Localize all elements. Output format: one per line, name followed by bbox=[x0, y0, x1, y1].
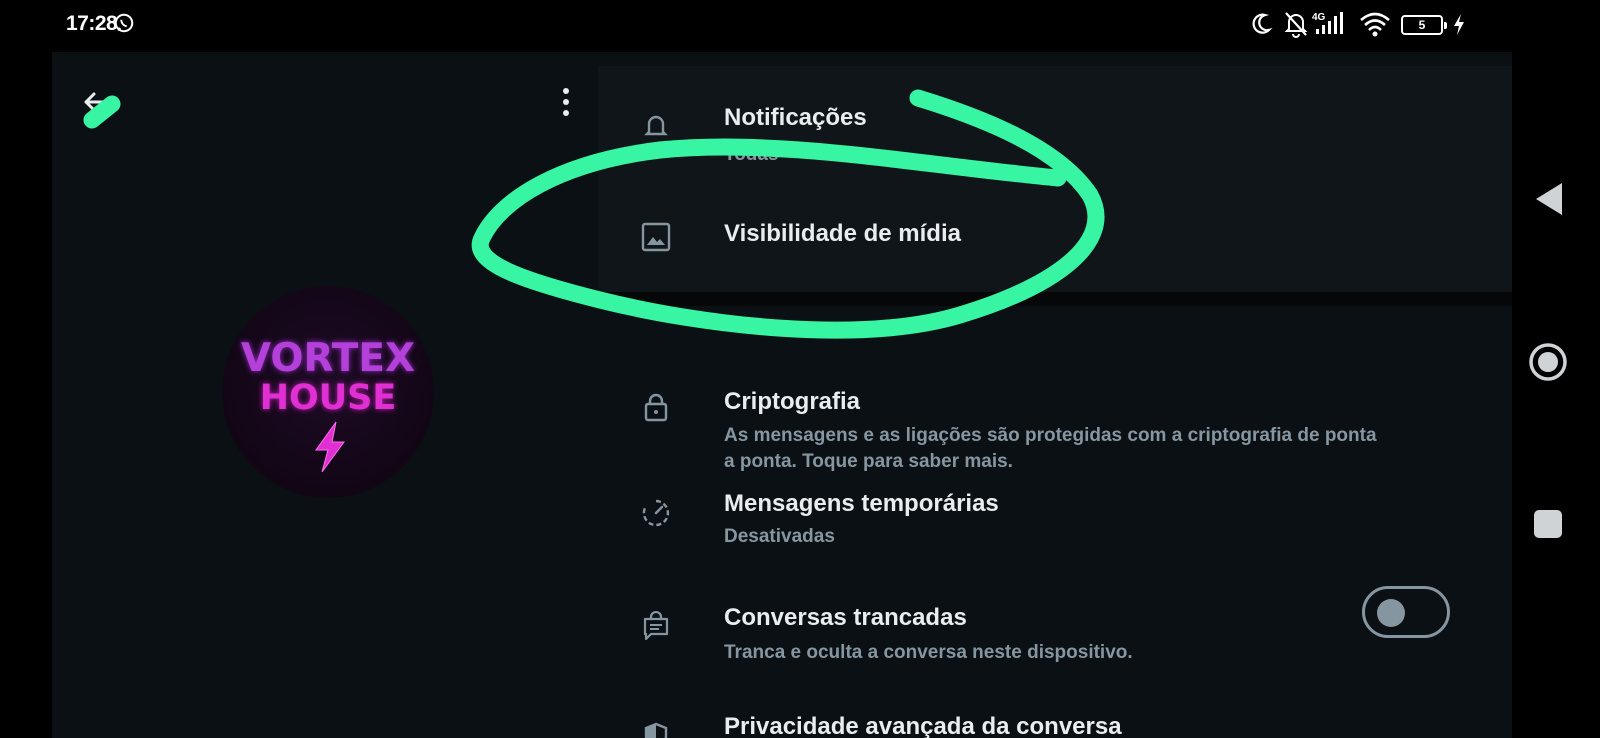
disappearing-messages-subtitle: Desativadas bbox=[724, 526, 835, 547]
disappearing-messages-title: Mensagens temporárias bbox=[724, 490, 999, 517]
chat-info-screen: VORTEX HOUSE Notificações Todas Visibili… bbox=[52, 52, 1512, 738]
whatsapp-icon bbox=[114, 13, 134, 33]
advanced-privacy-row[interactable]: Privacidade avançada da conversa bbox=[598, 691, 1512, 738]
encryption-subtitle-line1: As mensagens e as ligações são protegida… bbox=[724, 425, 1377, 446]
section-divider bbox=[598, 292, 1512, 306]
media-visibility-row[interactable]: Visibilidade de mídia bbox=[598, 182, 1512, 292]
bolt-icon bbox=[1454, 14, 1464, 35]
more-vert-icon[interactable] bbox=[556, 82, 576, 122]
network-label: 4G bbox=[1312, 12, 1326, 23]
locked-chats-toggle[interactable] bbox=[1362, 586, 1450, 638]
locked-chats-title: Conversas trancadas bbox=[724, 604, 967, 631]
avatar-text-line1: VORTEX bbox=[240, 336, 416, 381]
media-visibility-title: Visibilidade de mídia bbox=[724, 220, 961, 247]
moon-icon bbox=[1252, 13, 1273, 34]
bell-icon bbox=[644, 115, 668, 136]
advanced-privacy-title: Privacidade avançada da conversa bbox=[724, 713, 1122, 738]
notifications-subtitle: Todas bbox=[724, 144, 779, 165]
locked-chats-subtitle: Tranca e oculta a conversa neste disposi… bbox=[724, 642, 1133, 663]
image-icon bbox=[641, 222, 671, 252]
avatar[interactable]: VORTEX HOUSE bbox=[222, 286, 434, 498]
battery-icon: 5 bbox=[1401, 15, 1447, 35]
chat-header-pane: VORTEX HOUSE bbox=[52, 52, 610, 738]
nav-home-icon[interactable] bbox=[1512, 342, 1600, 382]
toggle-knob bbox=[1377, 599, 1405, 627]
notifications-title: Notificações bbox=[724, 104, 867, 131]
shield-icon bbox=[644, 722, 668, 738]
disappearing-messages-row[interactable]: Mensagens temporárias Desativadas bbox=[598, 466, 1512, 576]
status-bar: 17:28 4G 5 bbox=[0, 0, 1600, 52]
settings-list: Notificações Todas Visibilidade de mídia… bbox=[598, 66, 1512, 738]
bell-off-icon bbox=[1284, 12, 1308, 38]
lightning-icon bbox=[315, 421, 345, 473]
lock-icon bbox=[644, 393, 668, 422]
back-arrow-icon[interactable] bbox=[76, 82, 116, 122]
more-dot bbox=[563, 88, 569, 94]
nav-back-icon[interactable] bbox=[1512, 181, 1600, 217]
encryption-title: Criptografia bbox=[724, 388, 861, 415]
signal-icon: 4G bbox=[1312, 12, 1343, 34]
status-time: 17:28 bbox=[66, 12, 118, 35]
avatar-text-line2: HOUSE bbox=[259, 378, 397, 418]
timer-icon bbox=[642, 499, 670, 527]
encryption-row[interactable]: Criptografia As mensagens e as ligações … bbox=[598, 306, 1512, 472]
nav-recents-icon[interactable] bbox=[1512, 508, 1600, 540]
chat-lock-icon bbox=[643, 611, 669, 641]
system-nav-bar bbox=[1512, 52, 1600, 738]
notifications-row[interactable]: Notificações Todas bbox=[598, 66, 1512, 182]
more-dot bbox=[563, 99, 569, 105]
wifi-icon bbox=[1360, 12, 1390, 37]
more-dot bbox=[563, 110, 569, 116]
